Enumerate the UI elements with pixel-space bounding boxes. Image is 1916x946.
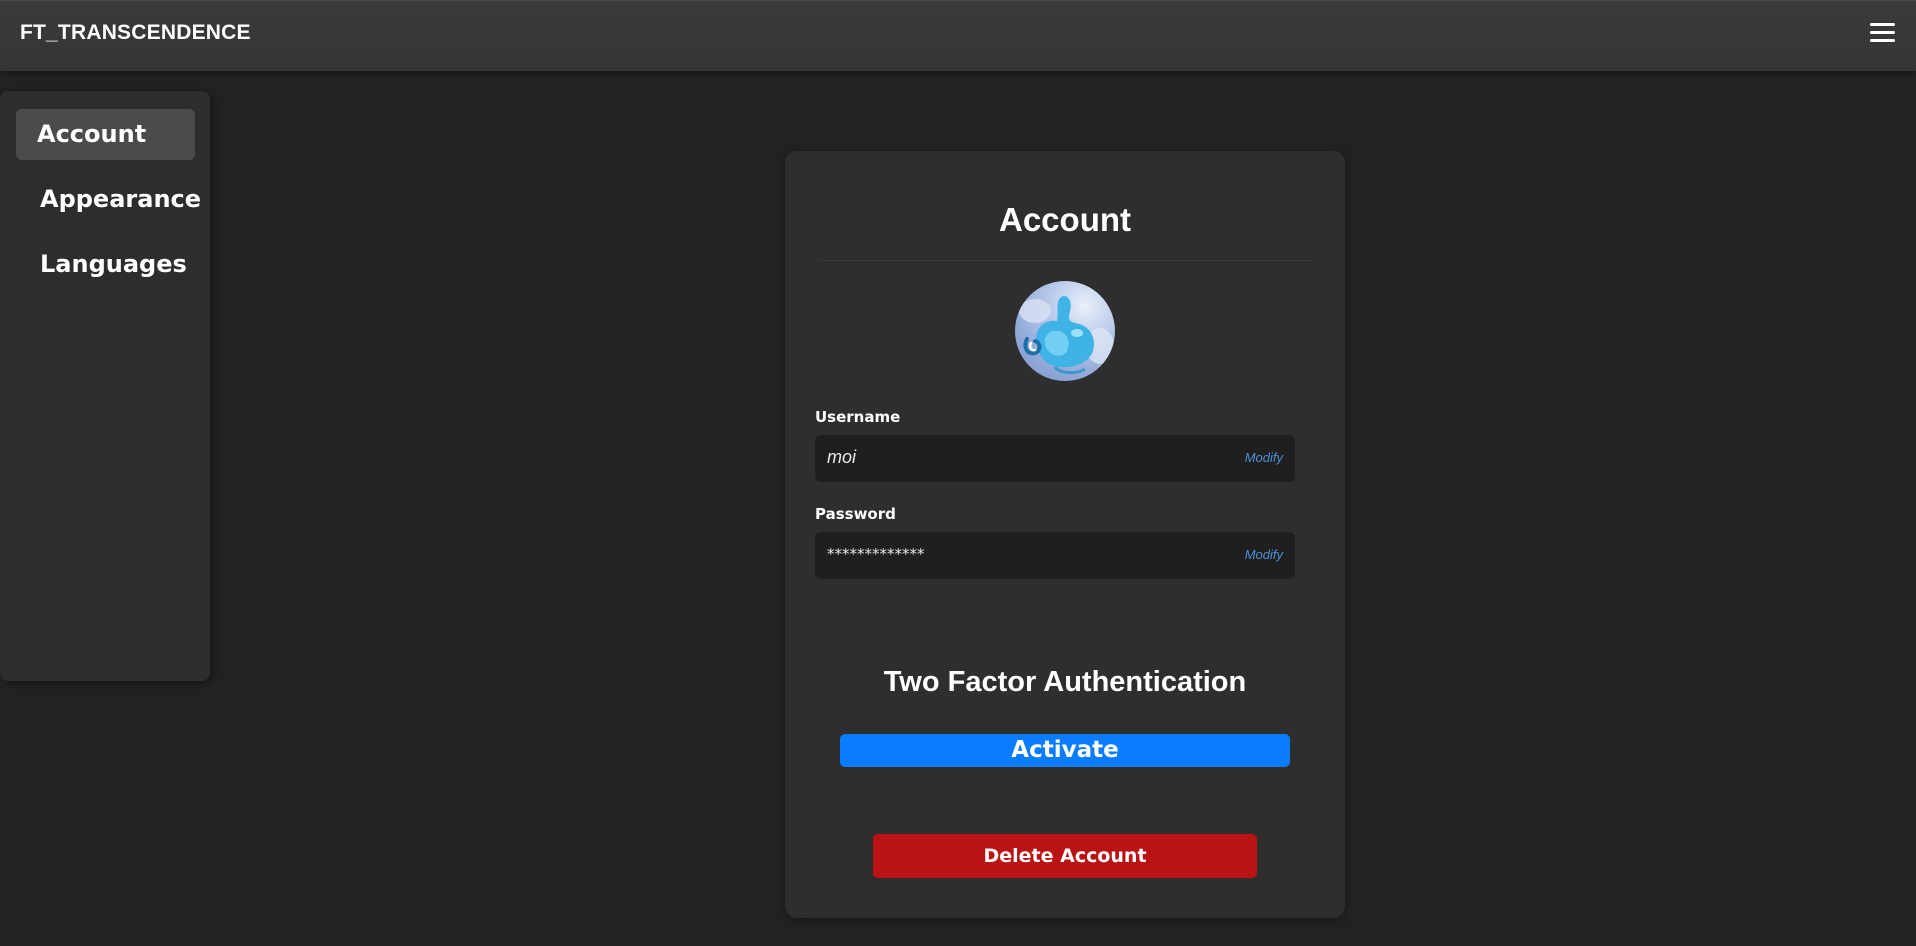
top-navbar: FT_TRANSCENDENCE xyxy=(0,0,1916,71)
user-avatar-image xyxy=(1019,295,1114,375)
activate-2fa-button[interactable]: Activate xyxy=(840,734,1290,767)
avatar[interactable] xyxy=(1015,281,1115,381)
menu-line xyxy=(1870,23,1895,26)
page-title: Account xyxy=(999,201,1131,238)
modify-password-link[interactable]: Modify xyxy=(1245,547,1283,562)
username-label: Username xyxy=(815,408,901,426)
sidebar-item-appearance[interactable]: Appearance xyxy=(16,174,201,225)
password-value: ************* xyxy=(827,545,925,563)
username-field[interactable]: moi Modify xyxy=(815,435,1295,482)
two-factor-title: Two Factor Authentication xyxy=(883,666,1247,698)
menu-line xyxy=(1870,31,1895,34)
delete-account-button[interactable]: Delete Account xyxy=(873,834,1257,878)
modify-username-link[interactable]: Modify xyxy=(1245,450,1283,465)
password-label: Password xyxy=(815,505,896,523)
menu-line xyxy=(1870,39,1895,42)
hamburger-menu-icon[interactable] xyxy=(1870,23,1896,47)
title-divider xyxy=(818,260,1312,261)
settings-sidebar: Account Appearance Languages xyxy=(0,91,210,681)
username-value: moi xyxy=(827,447,857,467)
account-card: Account Username moi Modify Password ***… xyxy=(785,151,1345,918)
sidebar-item-languages[interactable]: Languages xyxy=(16,239,195,290)
brand-title[interactable]: FT_TRANSCENDENCE xyxy=(20,21,251,45)
sidebar-item-account[interactable]: Account xyxy=(16,109,195,160)
password-field[interactable]: ************* Modify xyxy=(815,532,1295,579)
